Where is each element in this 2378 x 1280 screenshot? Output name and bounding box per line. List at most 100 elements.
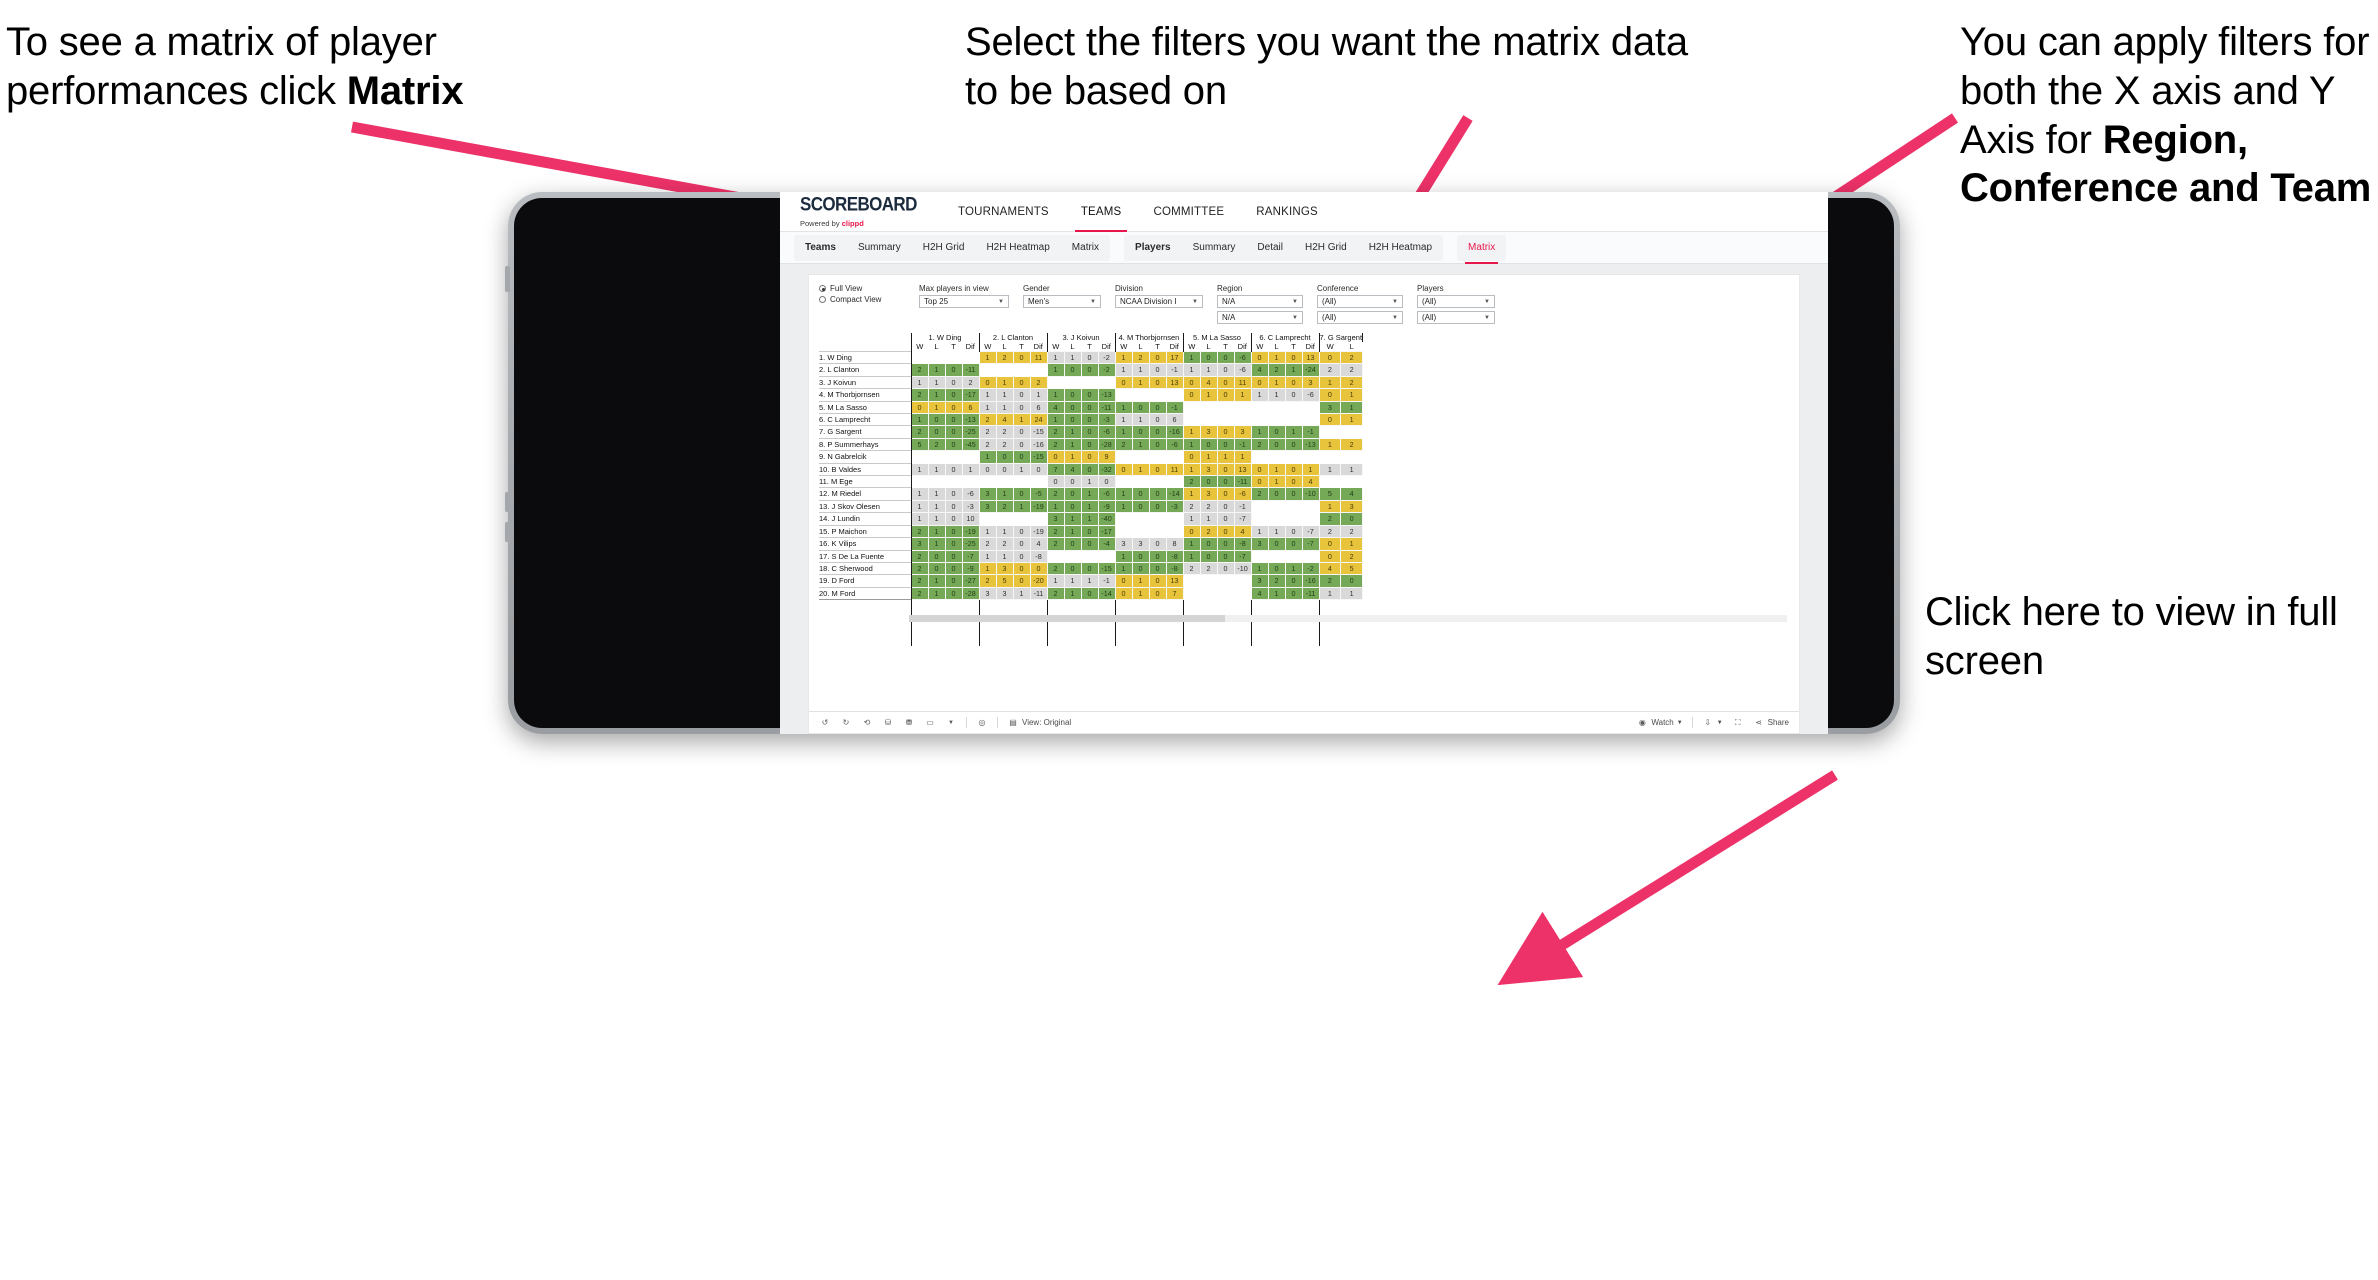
matrix-cell[interactable]: 3 [1114,537,1133,551]
matrix-cell[interactable]: 0 [1267,561,1286,576]
matrix-cell[interactable]: 0 [1046,475,1065,489]
matrix-cell[interactable]: -17 [961,388,980,402]
matrix-cell[interactable]: 2 [1046,425,1065,439]
matrix-cell[interactable]: 0 [1080,450,1099,464]
matrix-cell[interactable] [1131,388,1150,402]
matrix-cell[interactable]: 1 [1250,524,1269,539]
matrix-cell[interactable]: 2 [995,350,1014,365]
division-select[interactable]: NCAA Division I ▼ [1115,295,1203,308]
matrix-cell[interactable]: 5 [1340,561,1364,576]
matrix-cell[interactable]: -16 [1301,574,1320,588]
matrix-cell[interactable]: 2 [1131,350,1150,365]
matrix-cell[interactable]: 1 [927,400,946,415]
matrix-cell[interactable]: 2 [910,425,929,439]
matrix-cell[interactable]: -9 [961,561,980,576]
matrix-cell[interactable] [1250,400,1269,415]
matrix-cell[interactable]: 0 [1012,549,1031,563]
matrix-cell[interactable]: 0 [1284,524,1303,539]
matrix-cell[interactable]: 1 [1267,350,1286,365]
matrix-cell[interactable]: 1 [1012,499,1031,514]
matrix-cell[interactable]: 4 [1250,363,1269,377]
matrix-cell[interactable]: 0 [1199,549,1218,563]
matrix-cell[interactable] [1216,586,1235,601]
matrix-cell[interactable]: 2 [978,437,997,452]
matrix-cell[interactable]: 1 [1131,375,1150,390]
matrix-cell[interactable] [1267,499,1286,514]
matrix-cell[interactable]: 0 [1216,462,1235,477]
matrix-cell[interactable]: 3 [1046,512,1065,526]
full-view-radio-row[interactable]: Full View [819,284,905,293]
matrix-cell[interactable]: 0 [1216,549,1235,563]
matrix-cell[interactable]: 0 [1080,363,1099,377]
chevron-down-icon[interactable]: ▼ [945,717,957,729]
matrix-cell[interactable]: 0 [1012,450,1031,464]
matrix-cell[interactable]: 0 [1216,363,1235,377]
matrix-cell[interactable] [1165,475,1184,489]
matrix-cell[interactable] [944,450,963,464]
matrix-cell[interactable]: 1 [1131,413,1150,427]
matrix-cell[interactable] [1080,549,1099,563]
matrix-cell[interactable]: 2 [927,437,946,452]
matrix-cell[interactable]: 0 [995,450,1014,464]
matrix-cell[interactable] [1148,475,1167,489]
matrix-cell[interactable]: 2 [1199,561,1218,576]
view-original-toggle-icon[interactable]: ▭ [924,717,936,729]
matrix-cell[interactable]: -1 [1233,437,1252,452]
matrix-cell[interactable]: -1 [1301,425,1320,439]
fullscreen-icon[interactable]: ⛶ [1732,717,1744,729]
table-row[interactable]: 19. D Ford 2 1 0 -27 2 5 0 -20 1 1 1 -1 0 1 0 13 3 2 0 -16 2 0 [819,574,1364,588]
matrix-cell[interactable] [1148,512,1167,526]
matrix-cell[interactable] [1029,475,1048,489]
matrix-cell[interactable]: 1 [927,388,946,402]
matrix-cell[interactable]: -1 [1233,499,1252,514]
subnav-players-summary[interactable]: Summary [1182,235,1247,261]
matrix-cell[interactable] [1131,512,1150,526]
matrix-cell[interactable]: 2 [1318,363,1342,377]
matrix-cell[interactable] [1318,425,1342,439]
matrix-cell[interactable]: -28 [961,586,980,601]
matrix-cell[interactable]: -11 [1301,586,1320,601]
matrix-cell[interactable]: 0 [1250,350,1269,365]
matrix-cell[interactable]: 0 [1216,487,1235,501]
topnav-committee[interactable]: COMMITTEE [1137,192,1240,232]
matrix-cell[interactable] [1165,388,1184,402]
matrix-cell[interactable]: 0 [1216,475,1235,489]
matrix-cell[interactable]: 0 [1318,413,1342,427]
matrix-cell[interactable]: 2 [978,537,997,551]
matrix-cell[interactable]: 0 [944,524,963,539]
subnav-teams-h2h-grid[interactable]: H2H Grid [912,235,976,261]
matrix-cell[interactable]: 3 [995,586,1014,601]
matrix-cell[interactable]: 0 [1267,537,1286,551]
matrix-cell[interactable]: 0 [1318,537,1342,551]
matrix-cell[interactable]: 5 [1318,487,1342,501]
tablet-volume-down-button[interactable] [505,522,510,542]
matrix-cell[interactable]: 4 [1046,400,1065,415]
matrix-cell[interactable] [1148,388,1167,402]
matrix-cell[interactable]: 0 [944,537,963,551]
matrix-cell[interactable]: 0 [1148,437,1167,452]
matrix-cell[interactable] [1301,512,1320,526]
matrix-cell[interactable]: 0 [1080,462,1099,477]
matrix-cell[interactable]: 1 [995,524,1014,539]
matrix-cell[interactable]: 11 [1029,350,1048,365]
matrix-cell[interactable]: 2 [910,586,929,601]
matrix-cell[interactable]: 2 [1114,437,1133,452]
matrix-cell[interactable]: 0 [1012,561,1031,576]
matrix-cell[interactable]: 2 [910,549,929,563]
matrix-cell[interactable]: -6 [1233,350,1252,365]
topnav-rankings[interactable]: RANKINGS [1240,192,1334,232]
matrix-cell[interactable]: 2 [1340,524,1364,539]
gender-select[interactable]: Men's ▼ [1023,295,1101,308]
matrix-cell[interactable]: 1 [910,512,929,526]
players-select-x[interactable]: (All) ▼ [1417,295,1495,308]
matrix-cell[interactable]: 2 [1340,375,1364,390]
subnav-players-matrix[interactable]: Matrix [1457,235,1506,264]
matrix-cell[interactable]: 3 [1250,537,1269,551]
matrix-cell[interactable]: 1 [978,561,997,576]
matrix-cell[interactable] [910,350,929,365]
matrix-cell[interactable]: 1 [1199,363,1218,377]
matrix-cell[interactable]: 1 [1046,388,1065,402]
matrix-cell[interactable] [1284,450,1303,464]
matrix-cell[interactable] [910,475,929,489]
matrix-cell[interactable]: 0 [1063,537,1082,551]
